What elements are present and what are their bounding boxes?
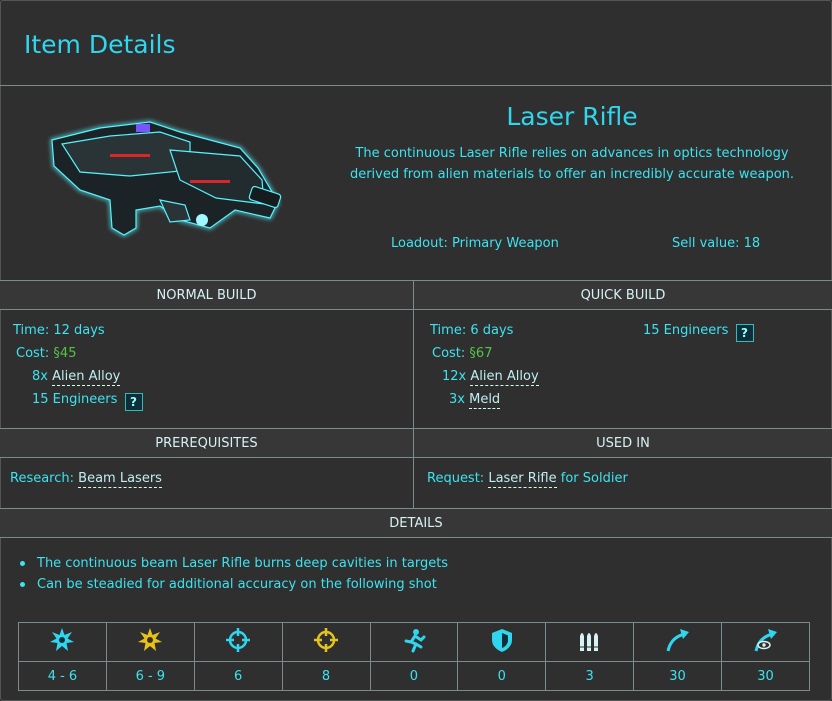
stat-value-aim: 6 <box>193 661 283 691</box>
divider <box>0 537 832 538</box>
material-qty: 8x <box>32 369 48 384</box>
quick-build-cost: Cost: §67 <box>432 346 492 361</box>
stat-value-damage: 4 - 6 <box>18 661 107 691</box>
page-title: Item Details <box>24 30 176 59</box>
stats-table: 4 - 6 6 - 9 6 8 0 0 3 30 30 <box>18 622 810 691</box>
list-item: Can be steadied for additional accuracy … <box>20 574 448 595</box>
loadout: Loadout: Primary Weapon <box>391 236 559 251</box>
stat-value-critical-damage: 6 - 9 <box>105 661 195 691</box>
stat-cell-sight-range <box>721 622 810 662</box>
stat-cell-defense <box>457 622 547 662</box>
normal-build-engineers: 15 Engineers ? <box>32 392 143 411</box>
stat-value-range: 30 <box>633 661 722 691</box>
request-label: Request: <box>427 471 485 486</box>
shield-icon <box>491 629 512 652</box>
normal-build-time: Time: 12 days <box>13 323 105 338</box>
ammo-icon <box>579 633 598 651</box>
time-value: 6 days <box>470 323 514 338</box>
normal-build-heading: NORMAL BUILD <box>0 281 413 310</box>
stat-value-sight-range: 30 <box>721 661 810 691</box>
critical-damage-icon <box>138 628 163 651</box>
stat-value-critical-chance: 8 <box>281 661 371 691</box>
research-label: Research: <box>10 471 75 486</box>
material-qty: 3x <box>449 392 465 407</box>
stat-cell-critical-chance <box>281 622 371 662</box>
stat-cell-damage <box>18 622 107 662</box>
research-link-beam-lasers[interactable]: Beam Lasers <box>78 471 162 488</box>
cost-value: §45 <box>53 346 77 361</box>
quick-build-engineers: 15 Engineers ? <box>643 323 754 342</box>
divider <box>0 85 832 86</box>
help-icon[interactable]: ? <box>735 324 754 342</box>
sell-amount: 18 <box>743 236 761 251</box>
time-label: Time: <box>13 323 50 338</box>
aim-icon <box>226 628 251 652</box>
material-link-alien-alloy[interactable]: Alien Alloy <box>52 369 121 386</box>
sell-value: Sell value: 18 <box>672 236 760 251</box>
quick-build-material: 3x Meld <box>449 392 501 409</box>
cost-label: Cost: <box>16 346 50 361</box>
divider <box>413 428 414 508</box>
engineers-label: 15 Engineers <box>643 323 729 338</box>
stat-cell-critical-damage <box>105 622 195 662</box>
material-qty: 12x <box>442 369 467 384</box>
divider <box>0 457 832 458</box>
prerequisites-heading: PREREQUISITES <box>0 429 413 458</box>
stat-value-mobility: 0 <box>369 661 459 691</box>
details-list: The continuous beam Laser Rifle burns de… <box>20 553 448 595</box>
details-heading: DETAILS <box>0 509 832 538</box>
sight-range-icon <box>754 629 777 652</box>
normal-build-cost: Cost: §45 <box>16 346 76 361</box>
used-in-request: Request: Laser Rifle for Soldier <box>427 471 628 488</box>
time-label: Time: <box>430 323 467 338</box>
prerequisite-research: Research: Beam Lasers <box>10 471 162 488</box>
item-name: Laser Rifle <box>506 102 638 131</box>
request-suffix: for Soldier <box>560 471 628 486</box>
stat-cell-mobility <box>369 622 459 662</box>
stat-value-defense: 0 <box>457 661 547 691</box>
damage-icon <box>50 628 75 651</box>
stat-cell-aim <box>193 622 283 662</box>
help-icon[interactable]: ? <box>124 393 143 411</box>
normal-build-material: 8x Alien Alloy <box>32 369 121 386</box>
quick-build-time: Time: 6 days <box>430 323 513 338</box>
sell-label: Sell value: <box>672 236 740 251</box>
loadout-label: Loadout: <box>391 236 448 251</box>
stat-value-ammo: 3 <box>545 661 635 691</box>
laser-rifle-image <box>50 120 282 237</box>
used-in-heading: USED IN <box>414 429 832 458</box>
cost-value: §67 <box>469 346 493 361</box>
divider <box>413 280 414 428</box>
mobility-icon <box>404 629 426 653</box>
stat-cell-ammo <box>545 622 635 662</box>
cost-label: Cost: <box>432 346 466 361</box>
engineers-label: 15 Engineers <box>32 392 118 407</box>
item-description: The continuous Laser Rifle relies on adv… <box>349 146 795 182</box>
quick-build-material: 12x Alien Alloy <box>442 369 539 386</box>
range-icon <box>666 629 689 652</box>
critical-chance-icon <box>314 628 339 652</box>
material-link-meld[interactable]: Meld <box>469 392 501 409</box>
request-link-laser-rifle[interactable]: Laser Rifle <box>488 471 557 488</box>
loadout-value: Primary Weapon <box>452 236 559 251</box>
divider <box>0 309 832 310</box>
material-link-alien-alloy[interactable]: Alien Alloy <box>470 369 539 386</box>
quick-build-heading: QUICK BUILD <box>414 281 832 310</box>
time-value: 12 days <box>53 323 105 338</box>
stat-cell-range <box>633 622 722 662</box>
list-item: The continuous beam Laser Rifle burns de… <box>20 553 448 574</box>
